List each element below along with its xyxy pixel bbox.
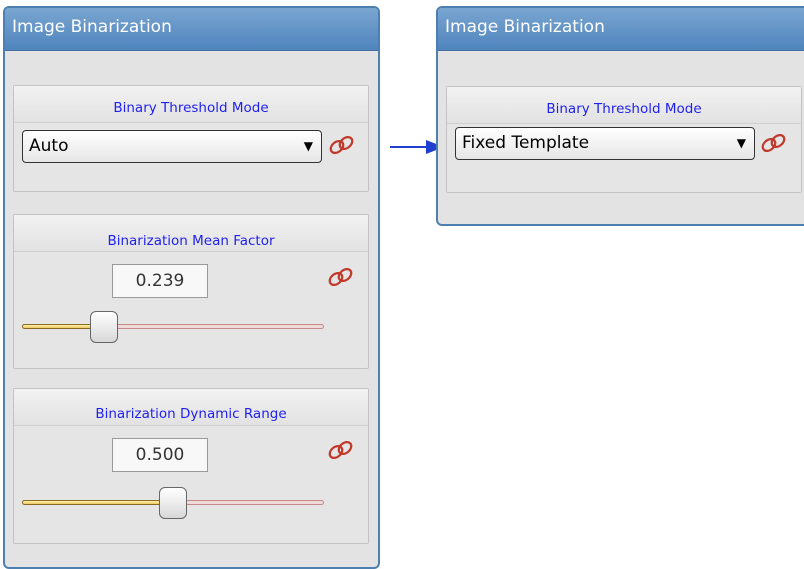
mean-factor-group: Binarization Mean Factor 0.239: [13, 214, 369, 369]
threshold-mode-label: Binary Threshold Mode: [113, 100, 269, 116]
threshold-mode-value: Fixed Template: [462, 133, 590, 153]
threshold-mode-label: Binary Threshold Mode: [546, 101, 702, 117]
threshold-mode-value: Auto: [29, 136, 69, 156]
chevron-down-icon: ▼: [736, 136, 746, 150]
slider-thumb[interactable]: [89, 311, 118, 343]
dynamic-range-input[interactable]: 0.500: [112, 438, 208, 472]
chain-link-icon[interactable]: [327, 134, 357, 156]
mean-factor-label: Binarization Mean Factor: [107, 233, 275, 249]
mean-factor-input[interactable]: 0.239: [112, 264, 208, 298]
chain-link-icon[interactable]: [326, 266, 356, 288]
chevron-down-icon: ▼: [303, 139, 313, 153]
threshold-mode-select[interactable]: Auto ▼: [22, 130, 322, 163]
threshold-mode-group: Binary Threshold Mode Auto ▼: [13, 85, 369, 192]
dynamic-range-label: Binarization Dynamic Range: [95, 406, 287, 422]
slider-thumb[interactable]: [159, 487, 187, 519]
dynamic-range-group: Binarization Dynamic Range 0.500: [13, 388, 369, 544]
threshold-mode-group: Binary Threshold Mode Fixed Template ▼: [446, 86, 802, 193]
image-binarization-panel-left: Image Binarization Binary Threshold Mode…: [3, 6, 380, 569]
panel-title: Image Binarization: [438, 8, 804, 51]
panel-title: Image Binarization: [5, 8, 378, 51]
threshold-mode-select[interactable]: Fixed Template ▼: [455, 127, 755, 160]
chain-link-icon[interactable]: [326, 439, 356, 461]
chain-link-icon[interactable]: [759, 132, 789, 154]
slider-fill: [22, 500, 173, 505]
image-binarization-panel-right: Image Binarization Binary Threshold Mode…: [436, 6, 804, 226]
